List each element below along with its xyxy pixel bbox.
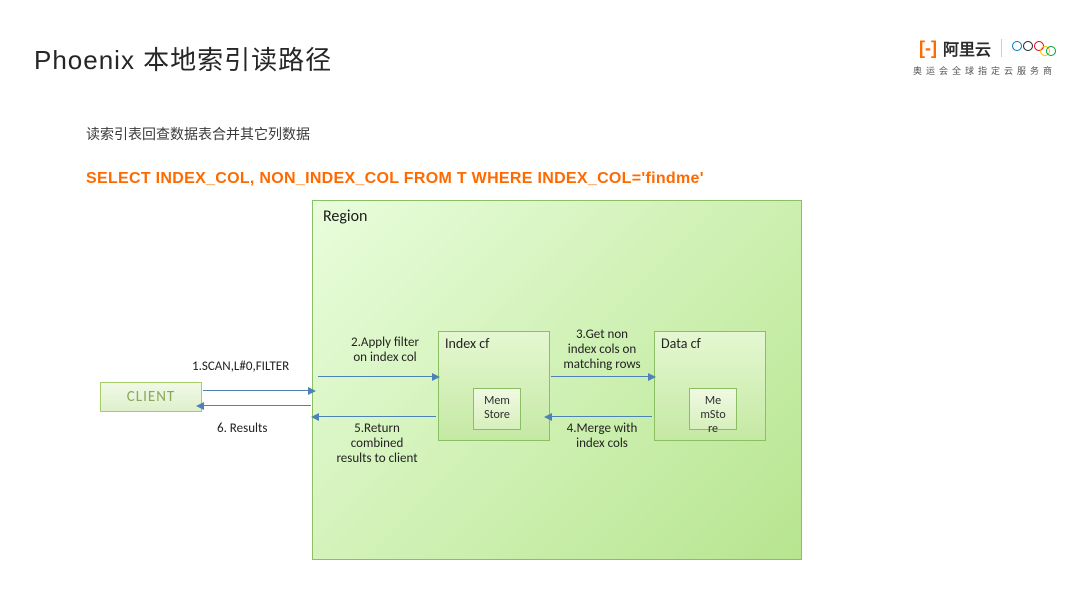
client-box: CLIENT [100,382,202,412]
arrow-from-index [318,416,436,417]
step2-label: 2.Apply filter on index col [340,336,430,366]
arrow-head-icon [544,413,552,421]
step6-label: 6. Results [217,422,267,437]
arrow-head-icon [648,373,656,381]
arrow-index-to-data [551,376,650,377]
step1-label: 1.SCAN,L#0,FILTER [192,360,289,375]
index-cf-box: Index cf Mem Store [438,331,550,441]
arrow-head-icon [308,387,316,395]
arrow-to-index [318,376,434,377]
olympic-rings-icon [1012,41,1056,56]
index-memstore-box: Mem Store [473,388,521,430]
architecture-diagram: Region CLIENT Index cf Mem Store Data cf… [100,200,880,570]
slide-title: Phoenix 本地索引读路径 [34,40,332,77]
arrow-head-icon [311,413,319,421]
index-cf-label: Index cf [445,335,489,352]
step3-label: 3.Get non index cols on matching rows [554,328,650,373]
description-text: 读索引表回查数据表合并其它列数据 [86,124,310,144]
arrow-data-to-index [551,416,652,417]
data-memstore-box: Me mSto re [689,388,737,430]
arrow-region-to-client [203,405,311,406]
data-cf-label: Data cf [661,335,701,352]
alibaba-brand-text: 阿里云 [943,36,991,60]
data-cf-box: Data cf Me mSto re [654,331,766,441]
alibaba-bracket-icon: [-] [919,38,937,59]
region-label: Region [323,207,367,226]
arrow-client-to-region [203,390,309,391]
arrow-head-icon [196,402,204,410]
brand-logo: [-] 阿里云 奥运会全球指定云服务商 [913,36,1056,77]
step5-label: 5.Return combined results to client [322,422,432,467]
step4-label: 4.Merge with index cols [556,422,648,452]
logo-subtitle: 奥运会全球指定云服务商 [913,64,1056,77]
sql-statement: SELECT INDEX_COL, NON_INDEX_COL FROM T W… [86,170,704,188]
logo-divider [1001,39,1002,57]
arrow-head-icon [432,373,440,381]
